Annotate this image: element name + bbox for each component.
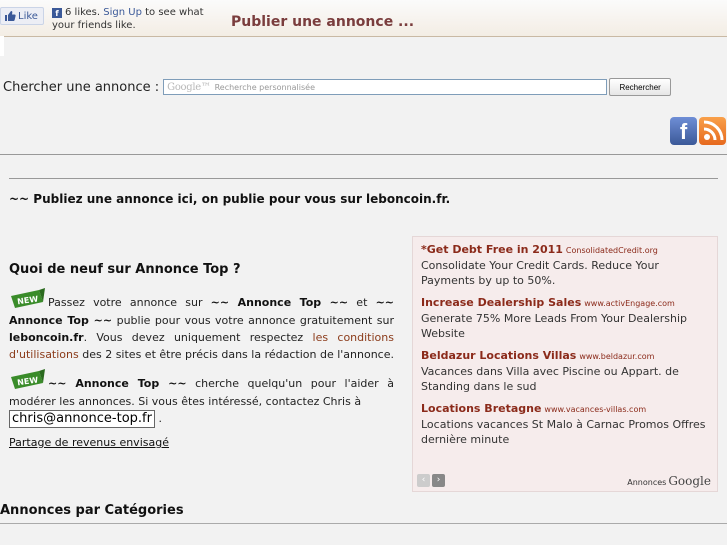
rss-glyph	[703, 120, 724, 141]
google-logo: Google™	[167, 81, 211, 93]
ad-item[interactable]: Beldazur Locations Villas www.beldazur.co…	[421, 349, 709, 394]
ad-text: Vacances dans Villa avec Piscine ou Appa…	[421, 365, 679, 393]
svg-text:NEW: NEW	[17, 294, 39, 306]
ad-text: Generate 75% More Leads From Your Dealer…	[421, 312, 688, 340]
svg-text:NEW: NEW	[17, 375, 39, 387]
google-ads-box: *Get Debt Free in 2011 ConsolidatedCredit…	[412, 236, 718, 492]
ad-item[interactable]: Increase Dealership Sales www.activEngage…	[421, 296, 709, 341]
news-title: Quoi de neuf sur Annonce Top ?	[9, 262, 241, 277]
search-label: Chercher une annonce :	[3, 79, 160, 95]
ad-title[interactable]: Beldazur Locations Villas www.beldazur.co…	[421, 349, 709, 362]
search-input[interactable]: Google™ Recherche personnalisée	[163, 79, 608, 95]
news-body: NEW Passez votre annonce sur ~~ Annonce …	[9, 288, 394, 451]
facebook-small-icon: f	[52, 8, 62, 18]
ad-title[interactable]: Increase Dealership Sales www.activEngage…	[421, 296, 709, 309]
divider	[0, 523, 727, 524]
categories-title: Annonces par Catégories	[0, 503, 184, 518]
divider	[9, 178, 718, 179]
ad-url[interactable]: www.activEngage.com	[584, 299, 675, 308]
ad-title[interactable]: Locations Bretagne www.vacances-villas.co…	[421, 402, 709, 415]
page-title[interactable]: Publier une annonce ...	[231, 14, 414, 30]
like-label: Like	[18, 10, 38, 22]
next-arrow-icon[interactable]: ›	[432, 474, 445, 487]
ads-by-google[interactable]: Annonces Google	[627, 474, 711, 488]
intro-text: ~~ Publiez une annonce ici, on publie po…	[9, 192, 451, 206]
google-logo: Google	[668, 474, 711, 488]
revenue-sharing-link[interactable]: Partage de revenus envisagé	[9, 434, 169, 451]
signup-link[interactable]: Sign Up	[103, 7, 142, 18]
new-badge-icon: NEW	[11, 288, 45, 308]
thumbs-up-icon	[5, 11, 16, 21]
ad-text: Locations vacances St Malo à Carnac Prom…	[421, 418, 706, 446]
likes-count: 6 likes.	[65, 7, 101, 18]
ad-url[interactable]: www.vacances-villas.com	[544, 405, 646, 414]
search-row: Chercher une annonce : Google™ Recherche…	[3, 78, 672, 96]
ad-text: Consolidate Your Credit Cards. Reduce Yo…	[421, 259, 659, 287]
facebook-like-text: f6 likes. Sign Up to see what your frien…	[52, 6, 222, 30]
divider	[0, 36, 4, 56]
news-paragraph-1: NEW Passez votre annonce sur ~~ Annonce …	[9, 288, 394, 363]
search-button[interactable]: Rechercher	[609, 78, 672, 96]
facebook-like-button[interactable]: Like	[0, 7, 44, 25]
prev-arrow-icon[interactable]: ‹	[417, 474, 430, 487]
ad-title[interactable]: *Get Debt Free in 2011 ConsolidatedCredit…	[421, 243, 709, 256]
ad-nav: ‹ ›	[417, 474, 445, 487]
ad-url[interactable]: www.beldazur.com	[579, 352, 654, 361]
ad-url[interactable]: ConsolidatedCredit.org	[566, 246, 658, 255]
divider	[0, 154, 727, 155]
facebook-icon[interactable]: f	[670, 117, 697, 145]
ad-item[interactable]: *Get Debt Free in 2011 ConsolidatedCredit…	[421, 243, 709, 288]
ad-item[interactable]: Locations Bretagne www.vacances-villas.co…	[421, 402, 709, 447]
search-placeholder: Recherche personnalisée	[214, 82, 316, 92]
new-badge-icon: NEW	[11, 369, 45, 389]
rss-icon[interactable]	[699, 117, 726, 145]
top-bar: Like f6 likes. Sign Up to see what your …	[0, 0, 727, 37]
email-address[interactable]: chris@annonce-top.fr	[9, 410, 155, 428]
news-paragraph-2: NEW ~~ Annonce Top ~~ cherche quelqu'un …	[9, 369, 394, 428]
